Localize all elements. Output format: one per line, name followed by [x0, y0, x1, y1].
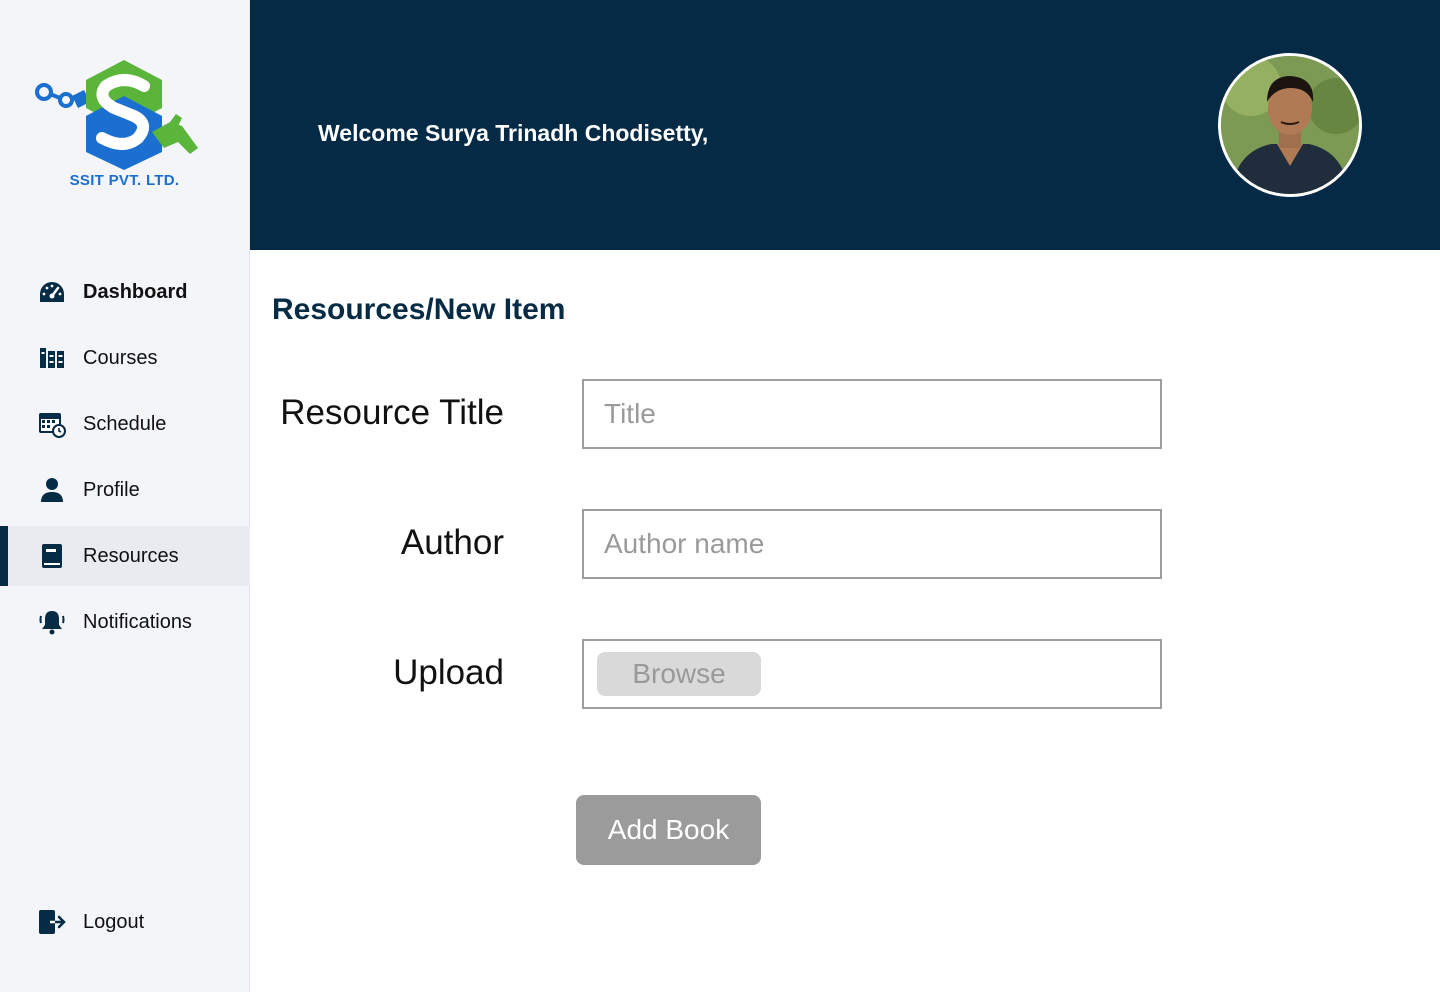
sidebar-item-label: Notifications — [83, 610, 192, 633]
logout-icon — [38, 908, 66, 936]
logo-graphic — [35, 60, 198, 170]
person-icon — [38, 476, 66, 504]
sidebar-item-label: Resources — [83, 544, 179, 567]
avatar[interactable] — [1218, 53, 1362, 197]
page-title: Resources/New Item — [272, 293, 566, 326]
sidebar-item-courses[interactable]: Courses — [0, 328, 250, 388]
sidebar-item-label: Dashboard — [83, 280, 188, 303]
resource-title-field — [582, 379, 1162, 449]
upload-label: Upload — [393, 653, 504, 692]
sidebar-nav: Dashboard Courses Schedule Profile Resou… — [0, 262, 250, 658]
author-input[interactable] — [584, 511, 1160, 577]
bell-icon — [38, 608, 66, 636]
books-icon — [38, 344, 66, 372]
welcome-message: Welcome Surya Trinadh Chodisetty, — [318, 120, 709, 146]
top-header: Welcome Surya Trinadh Chodisetty, — [250, 0, 1440, 250]
add-book-button[interactable]: Add Book — [576, 795, 761, 865]
author-field — [582, 509, 1162, 579]
sidebar-item-dashboard[interactable]: Dashboard — [0, 262, 250, 322]
upload-field: Browse — [582, 639, 1162, 709]
logout-button[interactable]: Logout — [0, 892, 250, 952]
calendar-clock-icon — [38, 410, 66, 438]
dashboard-gauge-icon — [38, 278, 66, 306]
company-logo[interactable]: SSIT PVT. LTD. — [32, 56, 204, 196]
sidebar-item-label: Courses — [83, 346, 158, 369]
author-label: Author — [400, 523, 504, 562]
book-icon — [38, 542, 66, 570]
sidebar-item-profile[interactable]: Profile — [0, 460, 250, 520]
avatar-photo — [1221, 56, 1359, 194]
resource-title-input[interactable] — [584, 381, 1160, 447]
sidebar: SSIT PVT. LTD. Dashboard Courses Schedul… — [0, 0, 250, 992]
sidebar-item-label: Profile — [83, 478, 140, 501]
company-name: SSIT PVT. LTD. — [69, 172, 180, 189]
sidebar-item-notifications[interactable]: Notifications — [0, 592, 250, 652]
sidebar-item-resources[interactable]: Resources — [0, 526, 250, 586]
logout-label: Logout — [83, 910, 145, 933]
browse-button[interactable]: Browse — [597, 652, 761, 696]
sidebar-item-schedule[interactable]: Schedule — [0, 394, 250, 454]
resource-title-label: Resource Title — [280, 393, 504, 432]
sidebar-item-label: Schedule — [83, 412, 167, 435]
